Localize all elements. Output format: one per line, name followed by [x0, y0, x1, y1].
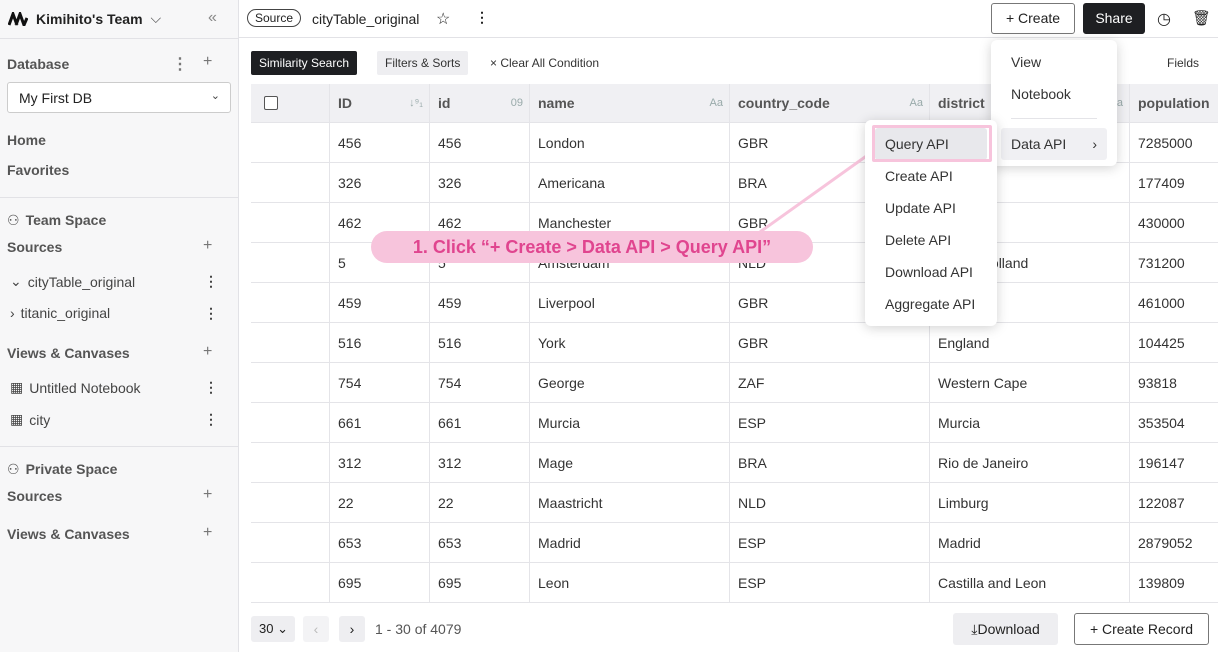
instruction-annotation: 1. Click “+ Create > Data API > Query AP…	[371, 231, 813, 263]
menu-item-api[interactable]: Create API	[875, 160, 987, 192]
menu-item-api[interactable]: Delete API	[875, 224, 987, 256]
menu-item-api[interactable]: Aggregate API	[875, 288, 987, 320]
menu-item-api[interactable]: Update API	[875, 192, 987, 224]
annotation-connector	[759, 150, 873, 234]
highlight-box	[872, 125, 992, 162]
menu-item-api[interactable]: Download API	[875, 256, 987, 288]
